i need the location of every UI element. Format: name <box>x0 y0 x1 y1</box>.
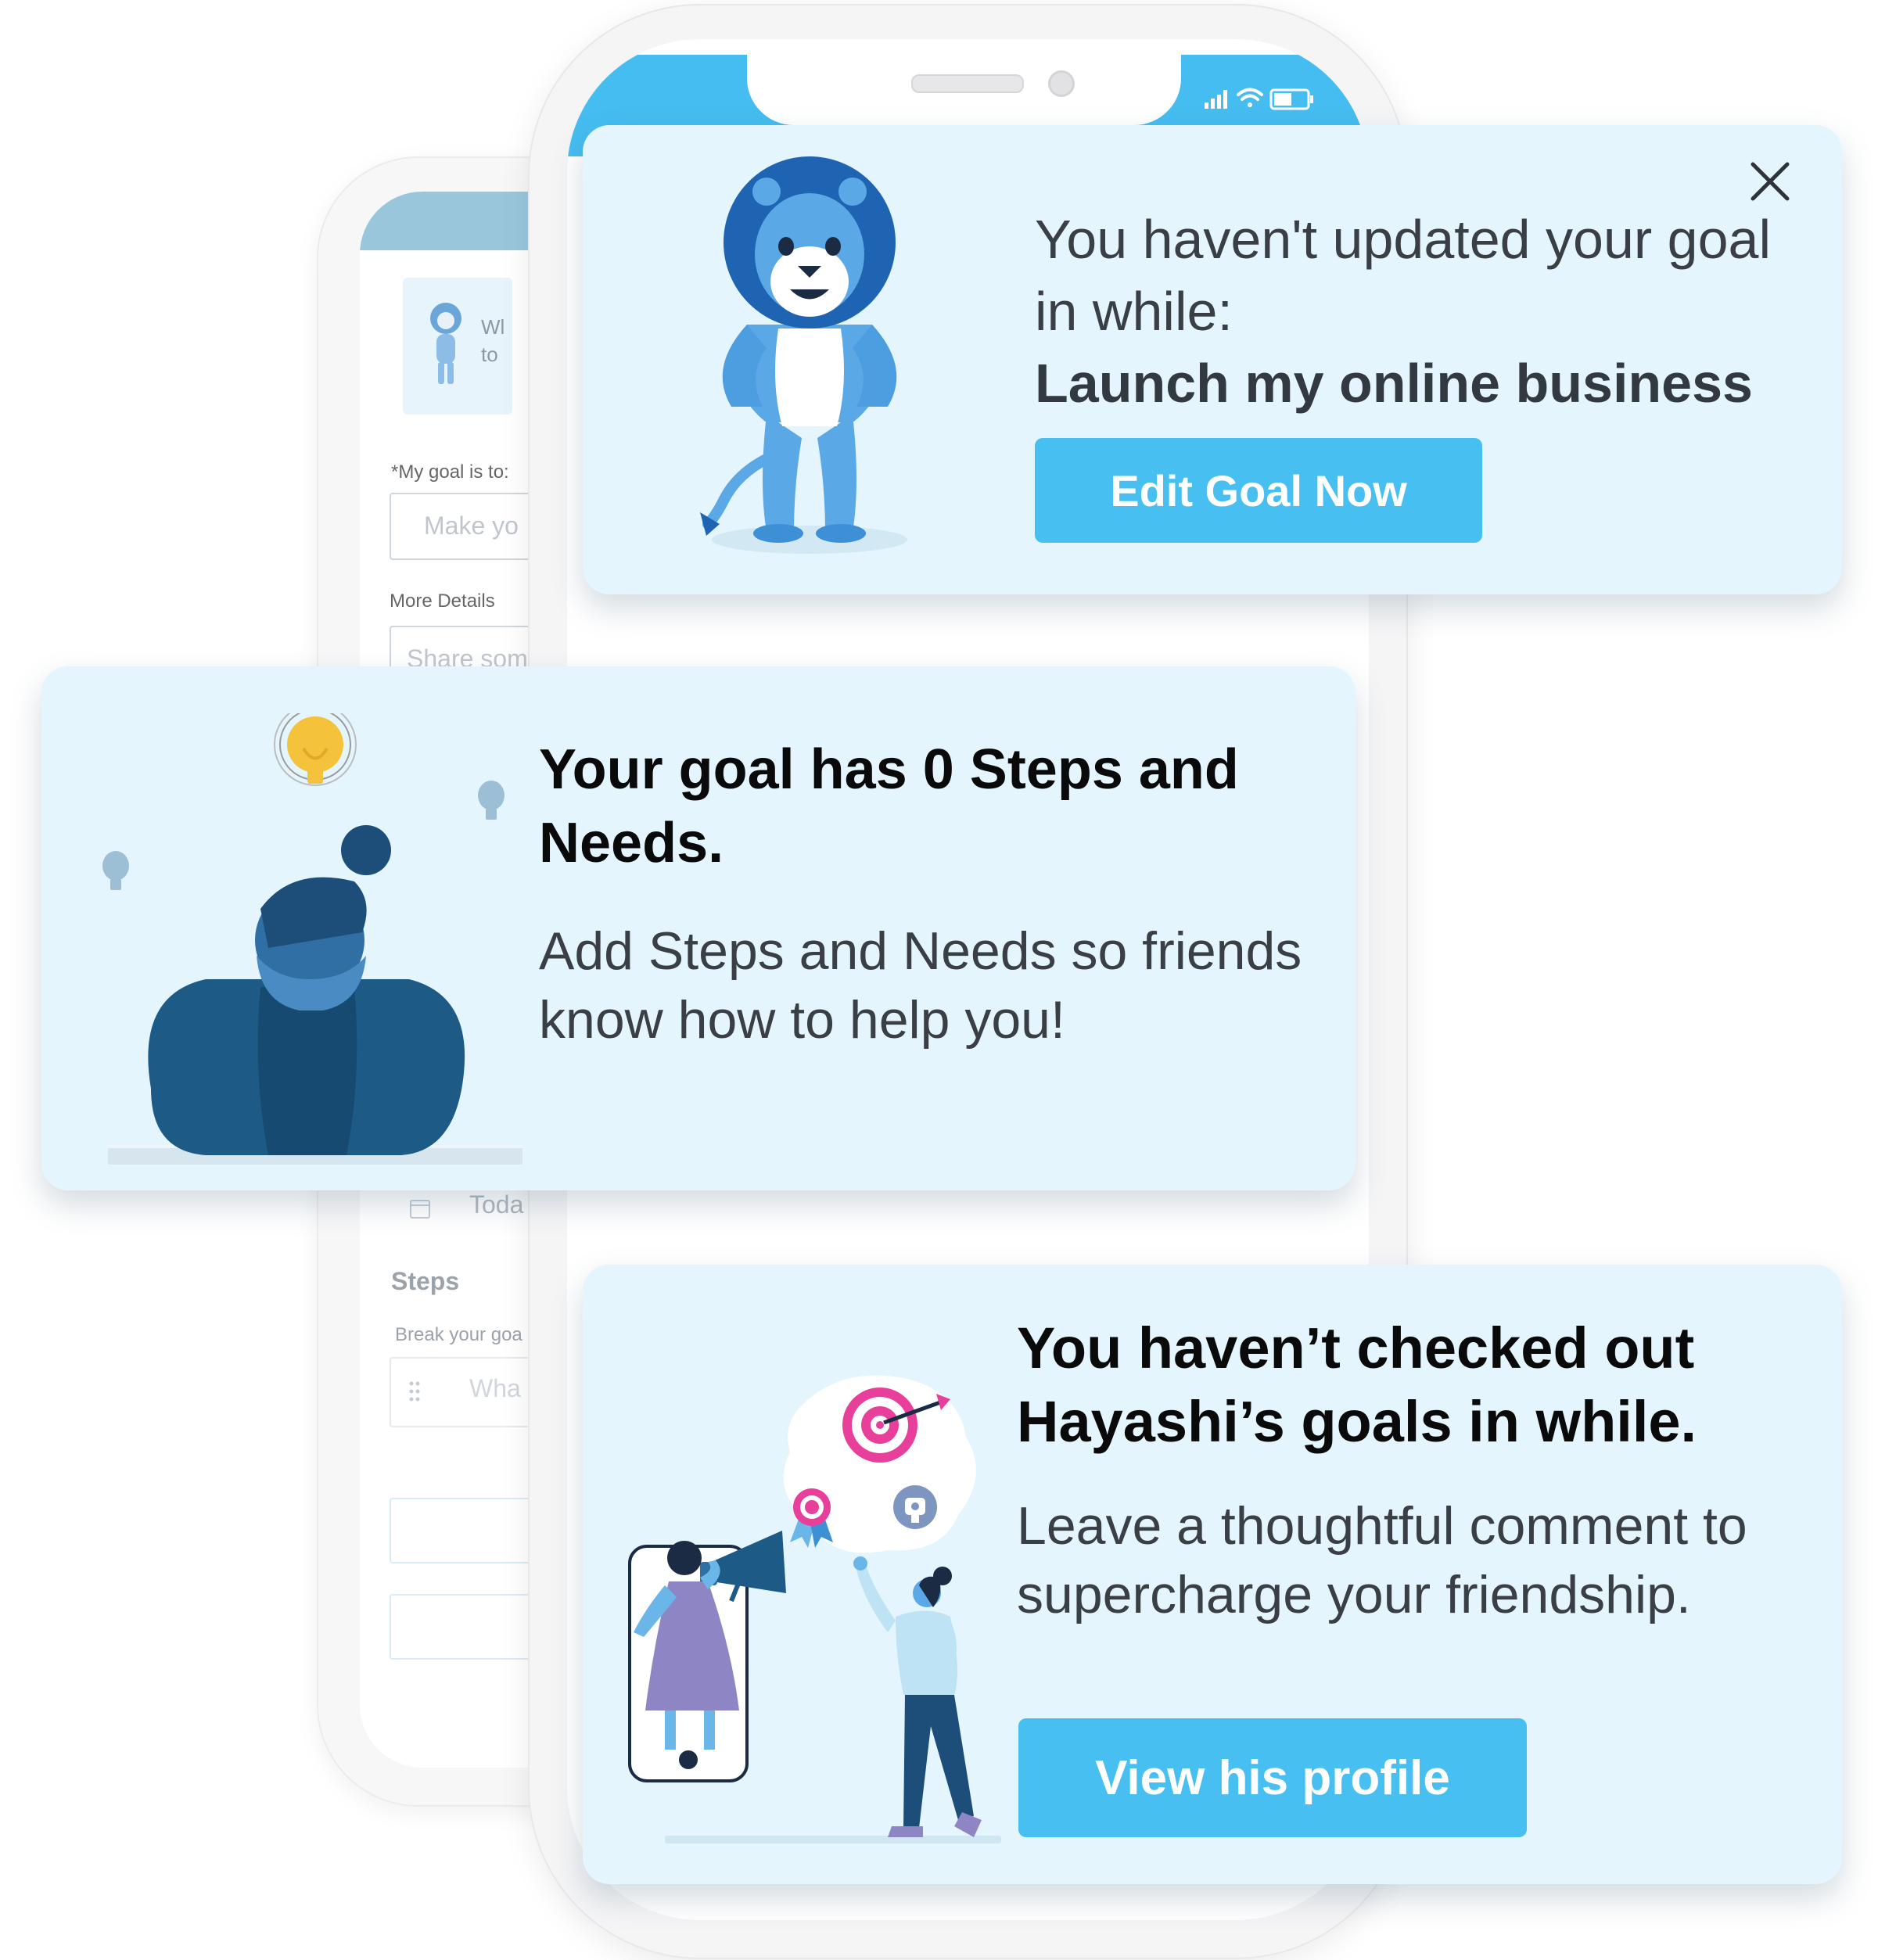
lion-mascot <box>700 156 907 554</box>
goal-reminder-message: You haven't updated your goal in while: … <box>1035 203 1817 419</box>
status-icons <box>1205 88 1313 110</box>
front-camera <box>1048 70 1075 97</box>
thinking-person-illustration <box>102 713 522 1165</box>
friend-reminder-card: You haven’t checked out Hayashi’s goals … <box>583 1265 1842 1884</box>
steps-hint: Break your goa <box>395 1324 522 1345</box>
drag-handle-icon[interactable] <box>408 1380 421 1402</box>
edit-goal-button[interactable]: Edit Goal Now <box>1035 438 1482 543</box>
back-card-text-1: Wl <box>481 315 505 339</box>
date-field-value[interactable]: Toda <box>469 1190 523 1219</box>
steps-heading: Steps <box>391 1267 460 1295</box>
steps-needs-title: Your goal has 0 Steps and Needs. <box>539 738 1239 874</box>
back-card-text-2: to <box>481 343 498 366</box>
details-label: More Details <box>390 591 495 612</box>
speaker-grille <box>911 74 1024 93</box>
goal-reminder-card: You haven't updated your goal in while: … <box>583 125 1842 594</box>
friend-reminder-body: Leave a thoughtful comment to supercharg… <box>1017 1496 1747 1624</box>
lightbulb-icon <box>102 781 505 890</box>
step-input-placeholder: Wha <box>469 1374 521 1402</box>
goal-name: Launch my online business <box>1035 353 1753 414</box>
wifi-icon <box>1237 88 1263 107</box>
award-ribbon-icon <box>790 1488 833 1548</box>
goal-reminder-text: You haven't updated your goal in while: <box>1035 209 1772 342</box>
steps-needs-body: Add Steps and Needs so friends know how … <box>539 921 1302 1050</box>
battery-icon <box>1269 88 1313 110</box>
view-profile-button[interactable]: View his profile <box>1018 1718 1527 1837</box>
goal-input-placeholder: Make yo <box>424 512 519 540</box>
calendar-icon <box>410 1200 430 1219</box>
trophy-icon <box>893 1485 937 1529</box>
steps-needs-card: Your goal has 0 Steps and Needs. Add Ste… <box>41 666 1356 1190</box>
small-lion-icon <box>430 303 461 384</box>
signal-icon <box>1205 90 1227 109</box>
friend-reminder-title: You haven’t checked out Hayashi’s goals … <box>1017 1316 1697 1454</box>
friends-illustration <box>628 1375 1001 1843</box>
goal-label: *My goal is to: <box>391 461 509 483</box>
close-icon[interactable] <box>1747 158 1794 205</box>
